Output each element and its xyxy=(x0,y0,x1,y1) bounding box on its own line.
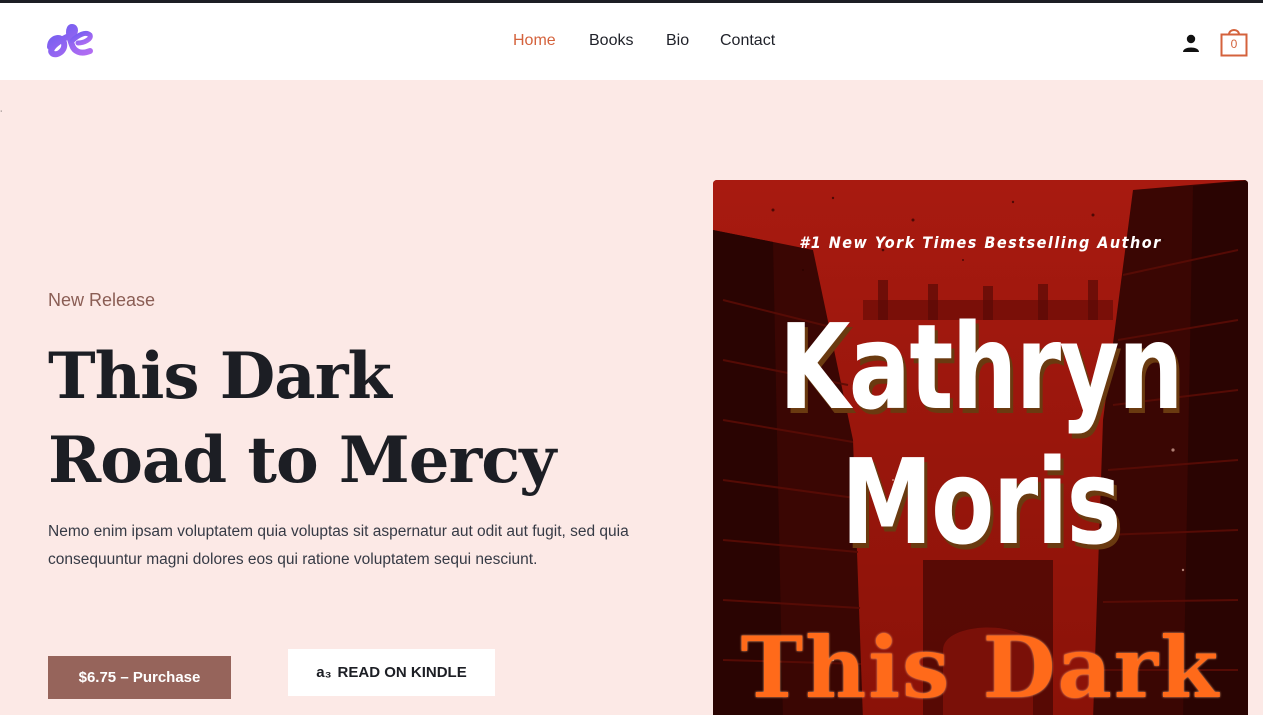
user-icon[interactable] xyxy=(1181,33,1201,53)
cover-author-first: Kathryn xyxy=(779,298,1184,436)
nav-bio[interactable]: Bio xyxy=(666,32,689,50)
kindle-label: READ ON KINDLE xyxy=(337,664,467,681)
hero-title-line2: Road to Mercy xyxy=(48,423,556,498)
cart-button[interactable]: 0 xyxy=(1220,27,1248,57)
nav-home[interactable]: Home xyxy=(513,32,556,50)
book-cover[interactable]: #1 New York Times Bestselling Author Kat… xyxy=(713,180,1248,715)
hero-description: Nemo enim ipsam voluptatem quia voluptas… xyxy=(48,523,629,568)
read-on-kindle-button[interactable]: a₃ READ ON KINDLE xyxy=(288,649,495,696)
nav-books[interactable]: Books xyxy=(589,32,633,50)
decorative-mark: ˙ xyxy=(0,110,4,121)
cover-author: Kathryn Moris xyxy=(772,300,1189,570)
cover-author-last: Moris xyxy=(841,433,1121,571)
cover-tagline: #1 New York Times Bestselling Author xyxy=(799,233,1162,252)
amazon-icon: a₃ xyxy=(316,664,332,681)
hero-title-line1: This Dark xyxy=(48,339,392,414)
purchase-button[interactable]: $6.75 – Purchase xyxy=(48,656,231,699)
main-nav: Home Books Bio Contact xyxy=(0,3,1263,80)
hero-title: This Dark Road to Mercy xyxy=(48,335,608,503)
nav-contact[interactable]: Contact xyxy=(720,32,775,50)
cart-count: 0 xyxy=(1230,37,1238,51)
hero-eyebrow: New Release xyxy=(48,290,156,310)
site-header: Home Books Bio Contact 0 xyxy=(0,3,1263,80)
cover-title: This Dark xyxy=(740,618,1221,715)
